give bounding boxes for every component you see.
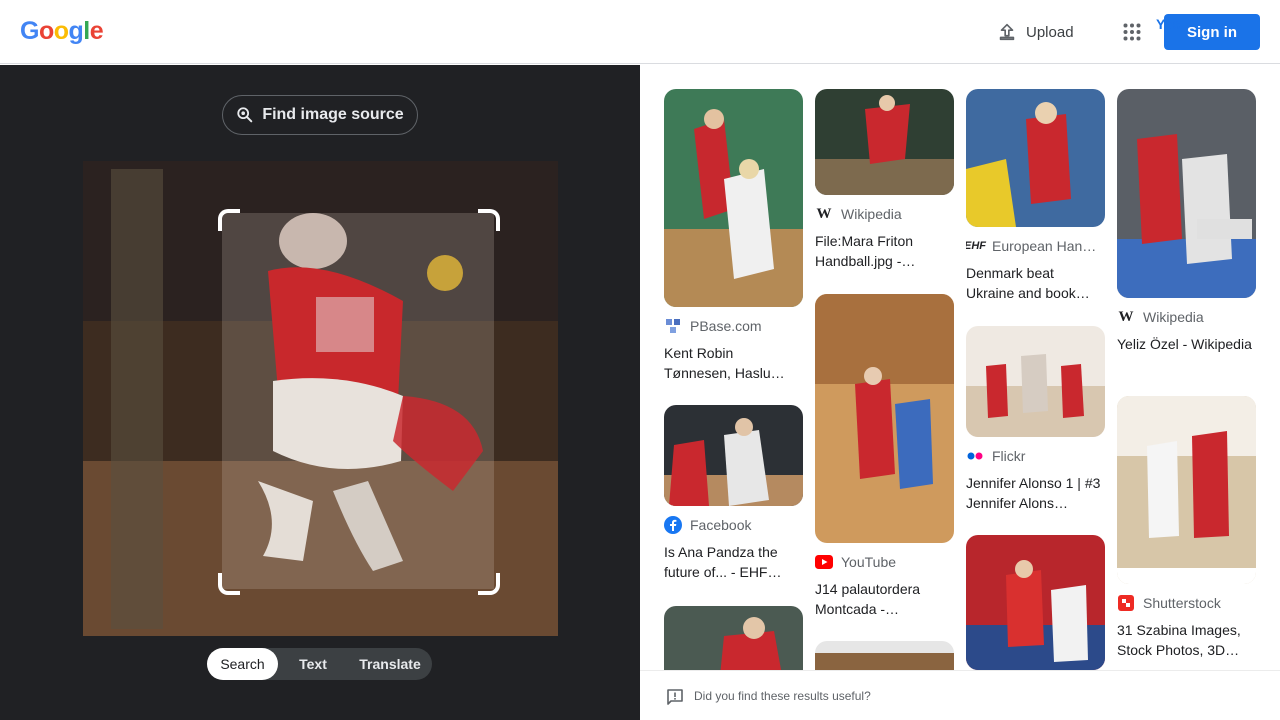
logo-letter: e bbox=[89, 17, 104, 45]
tab-search[interactable]: Search bbox=[207, 648, 278, 680]
result-source-name: European Han… bbox=[992, 238, 1097, 254]
crop-handle-top-left[interactable] bbox=[218, 209, 240, 231]
result-card[interactable]: Flickr Jennifer Alonso 1 | #3 Jennifer A… bbox=[966, 326, 1105, 513]
pbase-icon bbox=[664, 317, 682, 335]
find-image-source-button[interactable]: Find image source bbox=[222, 95, 418, 135]
result-source: YouTube bbox=[815, 553, 954, 571]
result-title[interactable]: Jennifer Alonso 1 | #3 Jennifer Alons… bbox=[966, 473, 1105, 513]
crop-handle-bottom-right[interactable] bbox=[478, 573, 500, 595]
result-title[interactable]: J14 palautordera Montcada -… bbox=[815, 579, 954, 619]
find-source-label: Find image source bbox=[262, 106, 404, 123]
result-source-name: YouTube bbox=[841, 554, 897, 570]
upload-label: Upload bbox=[1026, 23, 1074, 41]
feedback-icon bbox=[667, 689, 683, 705]
upload-icon bbox=[999, 23, 1015, 41]
result-card[interactable] bbox=[664, 606, 803, 670]
result-source-name: Shutterstock bbox=[1143, 595, 1221, 611]
result-source-name: Flickr bbox=[992, 448, 1026, 464]
result-card[interactable] bbox=[966, 535, 1105, 670]
result-thumbnail bbox=[1117, 89, 1256, 298]
wikipedia-icon: W bbox=[1118, 308, 1134, 325]
result-thumbnail bbox=[664, 606, 803, 670]
mode-tabs: Search Text Translate bbox=[207, 648, 432, 680]
feedback-question: Did you find these results useful? bbox=[694, 689, 871, 703]
logo-letter: o bbox=[38, 17, 54, 45]
result-title[interactable]: Is Ana Pandza the future of... - EHF… bbox=[664, 542, 803, 582]
top-bar: Google Upload Sign in bbox=[0, 0, 1280, 64]
result-thumbnail bbox=[664, 405, 803, 506]
tab-translate[interactable]: Translate bbox=[348, 648, 432, 680]
flickr-icon bbox=[966, 447, 984, 465]
result-source-name: Wikipedia bbox=[841, 206, 902, 222]
result-source: PBase.com bbox=[664, 317, 803, 335]
facebook-icon bbox=[664, 516, 682, 534]
ehf-icon: EHF bbox=[966, 240, 986, 252]
result-source: Flickr bbox=[966, 447, 1105, 465]
logo-letter: G bbox=[20, 17, 39, 45]
youtube-icon bbox=[815, 553, 833, 571]
result-card[interactable] bbox=[815, 641, 954, 670]
result-source-name: Wikipedia bbox=[1143, 309, 1204, 325]
result-thumbnail bbox=[966, 89, 1105, 227]
result-source: Shutterstock bbox=[1117, 594, 1256, 612]
crop-handle-bottom-left[interactable] bbox=[218, 573, 240, 595]
feedback-bar: Did you find these results useful? bbox=[640, 670, 1280, 720]
result-thumbnail bbox=[815, 641, 954, 670]
google-logo[interactable]: Google bbox=[20, 17, 104, 46]
result-source-name: Facebook bbox=[690, 517, 752, 533]
result-source-name: PBase.com bbox=[690, 318, 762, 334]
result-source: EHF European Han… bbox=[966, 237, 1105, 255]
logo-letter: o bbox=[53, 17, 69, 45]
feedback-no-button[interactable]: No bbox=[1222, 16, 1241, 32]
feedback-yes-button[interactable]: Yes bbox=[1156, 16, 1180, 32]
query-panel: Find image source Search Text Translate bbox=[0, 65, 640, 720]
result-card[interactable]: W Wikipedia File:Mara Friton Handball.jp… bbox=[815, 89, 954, 271]
result-card[interactable]: W Wikipedia Yeliz Özel - Wikipedia bbox=[1117, 89, 1256, 374]
apps-grid-icon bbox=[1123, 23, 1141, 41]
result-card[interactable]: PBase.com Kent Robin Tønnesen, Haslu… bbox=[664, 89, 803, 383]
tab-text[interactable]: Text bbox=[278, 648, 348, 680]
result-source: Facebook bbox=[664, 516, 803, 534]
result-title[interactable]: Yeliz Özel - Wikipedia bbox=[1117, 334, 1256, 374]
result-thumbnail bbox=[1117, 396, 1256, 584]
upload-button[interactable]: Upload bbox=[986, 14, 1084, 50]
logo-letter: g bbox=[68, 17, 84, 45]
result-source: W Wikipedia bbox=[1117, 308, 1256, 326]
result-thumbnail bbox=[966, 535, 1105, 670]
crop-selection-box[interactable] bbox=[218, 209, 500, 595]
result-card[interactable]: Facebook Is Ana Pandza the future of... … bbox=[664, 405, 803, 582]
result-thumbnail bbox=[815, 294, 954, 543]
result-card[interactable]: EHF European Han… Denmark beat Ukraine a… bbox=[966, 89, 1105, 303]
apps-grid-button[interactable] bbox=[1116, 16, 1148, 48]
shutterstock-icon bbox=[1117, 594, 1135, 612]
result-card[interactable]: Shutterstock 31 Szabina Images, Stock Ph… bbox=[1117, 396, 1256, 660]
wikipedia-icon: W bbox=[816, 205, 832, 222]
result-thumbnail bbox=[815, 89, 954, 195]
result-title[interactable]: Denmark beat Ukraine and book… bbox=[966, 263, 1105, 303]
result-thumbnail bbox=[664, 89, 803, 307]
result-source: W Wikipedia bbox=[815, 205, 954, 223]
result-title[interactable]: File:Mara Friton Handball.jpg -… bbox=[815, 231, 954, 271]
result-title[interactable]: Kent Robin Tønnesen, Haslu… bbox=[664, 343, 803, 383]
visual-matches-grid: PBase.com Kent Robin Tønnesen, Haslu… Fa… bbox=[640, 65, 1280, 670]
crop-handle-top-right[interactable] bbox=[478, 209, 500, 231]
lens-search-icon bbox=[237, 107, 253, 123]
result-thumbnail bbox=[966, 326, 1105, 437]
result-title[interactable]: 31 Szabina Images, Stock Photos, 3D… bbox=[1117, 620, 1256, 660]
result-card[interactable]: YouTube J14 palautordera Montcada -… bbox=[815, 294, 954, 619]
